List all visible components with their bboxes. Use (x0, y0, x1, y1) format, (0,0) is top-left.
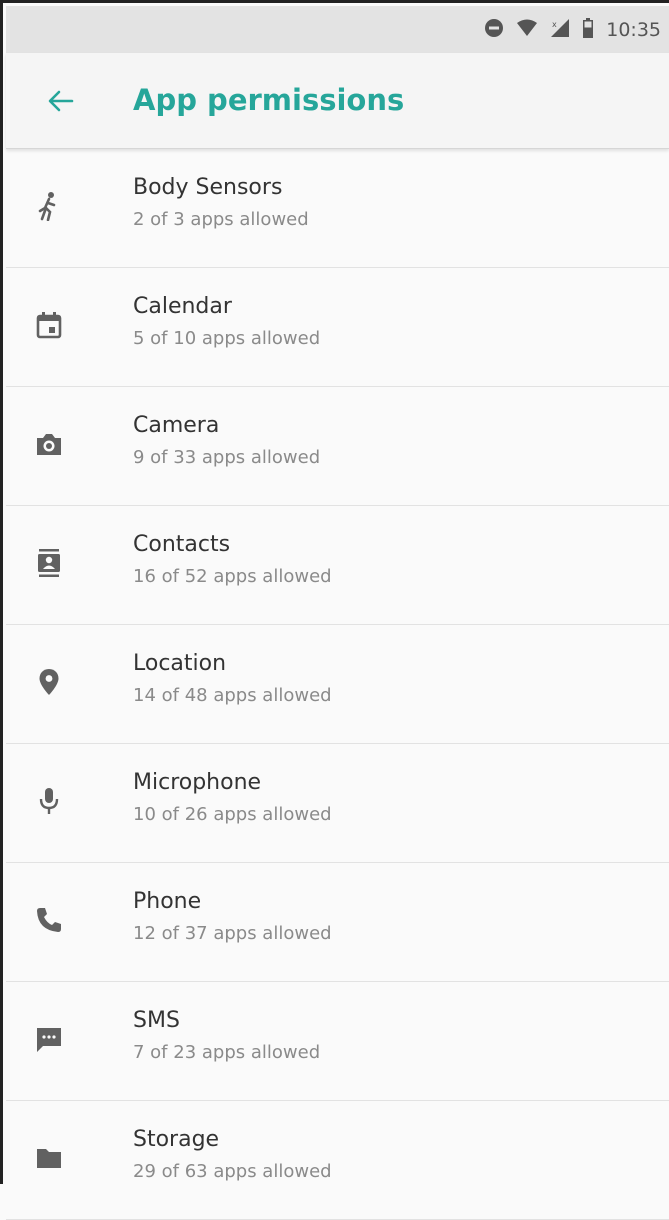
permission-subtitle: 12 of 37 apps allowed (133, 923, 332, 944)
location-icon (34, 667, 64, 697)
permission-subtitle: 16 of 52 apps allowed (133, 566, 332, 587)
permission-subtitle: 7 of 23 apps allowed (133, 1042, 321, 1063)
permission-list: Body Sensors 2 of 3 apps allowed Calenda… (6, 149, 669, 1220)
contacts-icon (34, 548, 64, 578)
screen-frame: x 10:35 App permissions Body Sensors 2 o… (0, 0, 669, 1220)
battery-icon (582, 17, 594, 42)
permission-subtitle: 29 of 63 apps allowed (133, 1161, 332, 1182)
permission-row-body-sensors[interactable]: Body Sensors 2 of 3 apps allowed (6, 149, 669, 268)
permission-row-microphone[interactable]: Microphone 10 of 26 apps allowed (6, 744, 669, 863)
permission-title: Phone (133, 889, 202, 914)
permission-title: Camera (133, 413, 220, 438)
permission-row-storage[interactable]: Storage 29 of 63 apps allowed (6, 1101, 669, 1220)
camera-icon (34, 429, 64, 459)
permission-subtitle: 10 of 26 apps allowed (133, 804, 332, 825)
do-not-disturb-icon (484, 18, 504, 42)
status-time: 10:35 (606, 18, 661, 41)
phone-icon (34, 905, 64, 935)
sms-icon (34, 1024, 64, 1054)
wifi-icon (516, 19, 538, 41)
permission-subtitle: 5 of 10 apps allowed (133, 328, 321, 349)
calendar-icon (34, 310, 64, 340)
permission-row-phone[interactable]: Phone 12 of 37 apps allowed (6, 863, 669, 982)
permission-title: Storage (133, 1127, 220, 1152)
arrow-back-icon[interactable] (45, 86, 75, 116)
permission-title: SMS (133, 1008, 180, 1033)
permission-row-camera[interactable]: Camera 9 of 33 apps allowed (6, 387, 669, 506)
permission-title: Contacts (133, 532, 231, 557)
permission-row-calendar[interactable]: Calendar 5 of 10 apps allowed (6, 268, 669, 387)
page-title: App permissions (133, 83, 405, 117)
permission-subtitle: 2 of 3 apps allowed (133, 209, 309, 230)
status-icons: x 10:35 (484, 6, 661, 53)
status-bar: x 10:35 (6, 6, 669, 53)
permission-row-sms[interactable]: SMS 7 of 23 apps allowed (6, 982, 669, 1101)
app-bar: App permissions (6, 53, 669, 149)
permission-subtitle: 9 of 33 apps allowed (133, 447, 321, 468)
storage-icon (34, 1143, 64, 1173)
body-sensors-icon (34, 191, 64, 222)
svg-text:x: x (552, 20, 557, 29)
permission-title: Microphone (133, 770, 262, 795)
permission-row-contacts[interactable]: Contacts 16 of 52 apps allowed (6, 506, 669, 625)
permission-title: Body Sensors (133, 175, 283, 200)
microphone-icon (34, 786, 64, 816)
permission-subtitle: 14 of 48 apps allowed (133, 685, 332, 706)
permission-title: Location (133, 651, 227, 676)
signal-icon: x (550, 18, 570, 42)
permission-title: Calendar (133, 294, 232, 319)
permission-row-location[interactable]: Location 14 of 48 apps allowed (6, 625, 669, 744)
